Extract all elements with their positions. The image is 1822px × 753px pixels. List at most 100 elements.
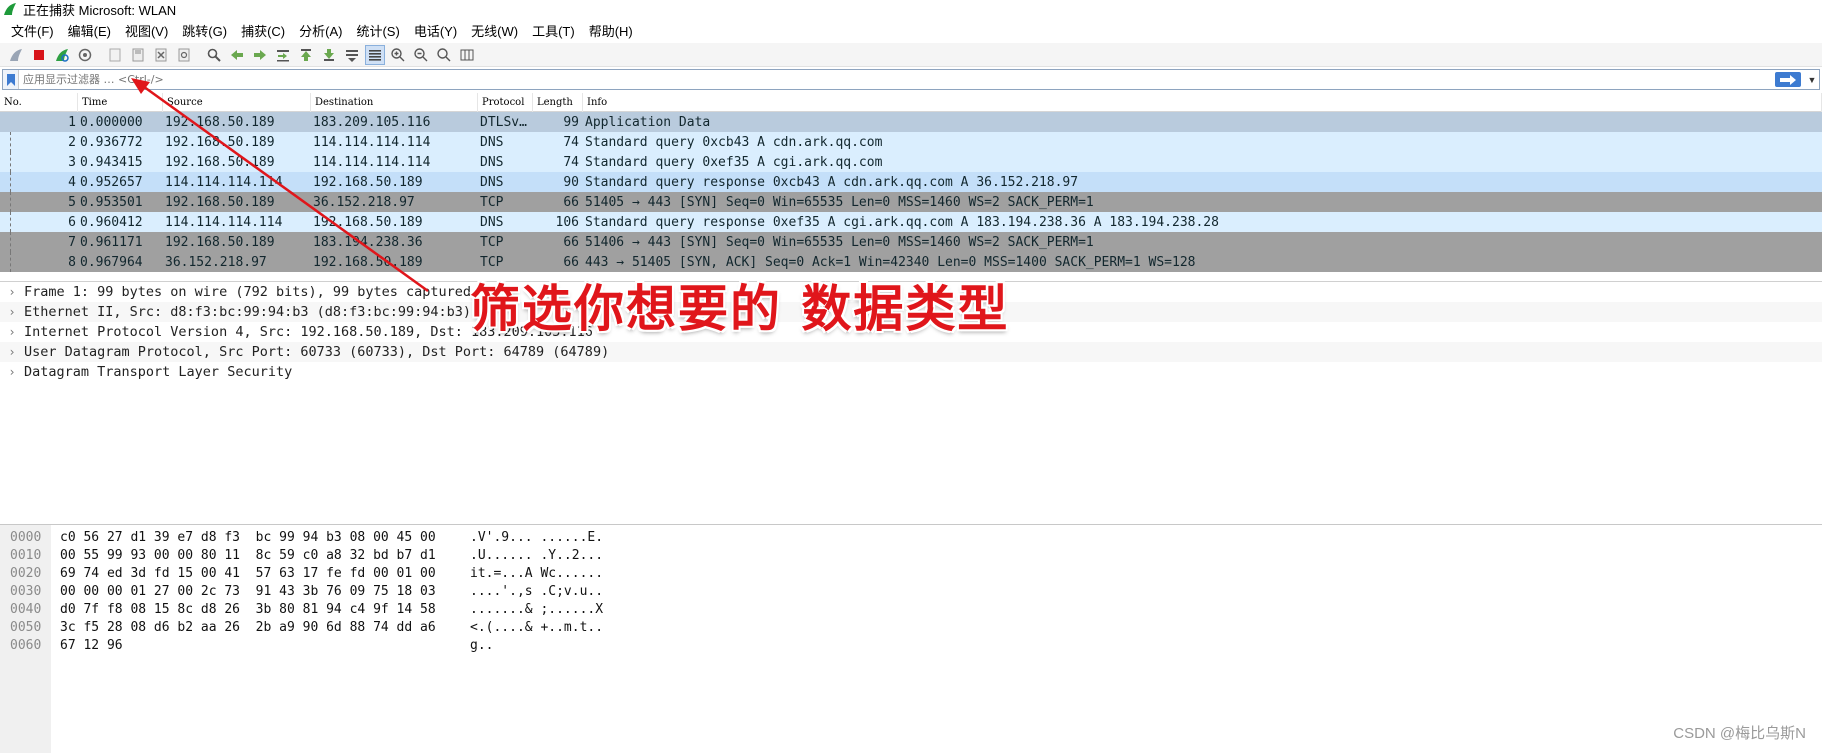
menu-item[interactable]: 无线(W) xyxy=(464,21,525,40)
menu-item[interactable]: 工具(T) xyxy=(525,21,582,40)
packet-cell-dst: 114.114.114.114 xyxy=(313,134,431,150)
hex-bytes[interactable]: 00 00 00 01 27 00 2c 73 91 43 3b 76 09 7… xyxy=(60,584,436,599)
detail-tree-item[interactable]: › User Datagram Protocol, Src Port: 60733… xyxy=(0,342,1822,362)
detail-tree-item[interactable]: › Datagram Transport Layer Security xyxy=(0,362,1822,382)
packet-cell-src: 192.168.50.189 xyxy=(165,194,275,210)
packet-cell-proto: TCP xyxy=(480,194,504,210)
menu-item[interactable]: 文件(F) xyxy=(4,21,61,40)
packet-row[interactable]: 7 0.961171 192.168.50.189 183.194.238.36 TCP… xyxy=(0,232,1822,252)
column-header-destination[interactable]: Destination xyxy=(311,92,478,112)
menu-item[interactable]: 视图(V) xyxy=(118,21,175,40)
hex-row: 0040 d0 7f f8 08 15 8c d8 26 3b 80 81 94 … xyxy=(0,602,1822,620)
hex-row: 0020 69 74 ed 3d fd 15 00 41 57 63 17 fe … xyxy=(0,566,1822,584)
open-file-icon[interactable] xyxy=(105,45,125,65)
related-packet-indicator xyxy=(10,172,11,192)
packet-cell-time: 0.000000 xyxy=(80,114,143,130)
colorize-icon[interactable] xyxy=(365,44,385,65)
packet-row[interactable]: 4 0.952657 114.114.114.114 192.168.50.189 DN… xyxy=(0,172,1822,192)
hex-bytes[interactable]: c0 56 27 d1 39 e7 d8 f3 bc 99 94 b3 08 0… xyxy=(60,530,436,545)
chevron-right-icon[interactable]: › xyxy=(0,305,24,319)
hex-ascii[interactable]: .......& ;......X xyxy=(470,602,603,617)
related-packet-indicator xyxy=(10,132,11,152)
find-packet-icon[interactable] xyxy=(204,45,224,65)
packet-cell-dst: 36.152.218.97 xyxy=(313,194,415,210)
hex-row: 0030 00 00 00 01 27 00 2c 73 91 43 3b 76 … xyxy=(0,584,1822,602)
hex-bytes[interactable]: d0 7f f8 08 15 8c d8 26 3b 80 81 94 c4 9… xyxy=(60,602,436,617)
close-file-icon[interactable] xyxy=(151,45,171,65)
chevron-right-icon[interactable]: › xyxy=(0,345,24,359)
column-header-info[interactable]: Info xyxy=(583,92,1822,112)
packet-cell-len: 106 xyxy=(555,214,579,230)
column-header-no[interactable]: No. xyxy=(0,92,78,112)
hex-ascii[interactable]: ....'.,s .C;v.u.. xyxy=(470,584,603,599)
hex-bytes[interactable]: 00 55 99 93 00 00 80 11 8c 59 c0 a8 32 b… xyxy=(60,548,436,563)
go-first-icon[interactable] xyxy=(296,45,316,65)
chevron-right-icon[interactable]: › xyxy=(0,325,24,339)
menu-bar: 文件(F) 编辑(E) 视图(V) 跳转(G) 捕获(C) 分析(A) 统计(S) 电话(Y)… xyxy=(0,19,1822,41)
packet-cell-info: 443 → 51405 [SYN, ACK] Seq=0 Ack=1 Win=4… xyxy=(585,254,1196,270)
packet-row[interactable]: 2 0.936772 192.168.50.189 114.114.114.114 DN… xyxy=(0,132,1822,152)
packet-list-header: No. Time Source Destination Protocol Len… xyxy=(0,92,1822,112)
menu-item[interactable]: 编辑(E) xyxy=(61,21,118,40)
capture-options-icon[interactable] xyxy=(75,45,95,65)
menu-item[interactable]: 跳转(G) xyxy=(175,21,234,40)
packet-cell-time: 0.967964 xyxy=(80,254,143,270)
hex-row: 0010 00 55 99 93 00 00 80 11 8c 59 c0 a8 … xyxy=(0,548,1822,566)
packet-cell-info: Standard query 0xef35 A cgi.ark.qq.com xyxy=(585,154,883,170)
packet-cell-time: 0.943415 xyxy=(80,154,143,170)
hex-ascii[interactable]: .U...... .Y..2... xyxy=(470,548,603,563)
go-back-icon[interactable] xyxy=(227,45,247,65)
packet-cell-len: 66 xyxy=(563,254,579,270)
hex-bytes[interactable]: 67 12 96 xyxy=(60,638,123,653)
packet-row[interactable]: 5 0.953501 192.168.50.189 36.152.218.97 TCP 6… xyxy=(0,192,1822,212)
filter-history-dropdown[interactable]: ▼ xyxy=(1805,70,1819,89)
packet-cell-time: 0.961171 xyxy=(80,234,143,250)
window-title: 正在捕获 Microsoft: WLAN xyxy=(23,2,177,18)
go-last-icon[interactable] xyxy=(319,45,339,65)
menu-item[interactable]: 捕获(C) xyxy=(234,21,292,40)
column-header-length[interactable]: Length xyxy=(533,92,583,112)
hex-ascii[interactable]: .V'.9... ......E. xyxy=(470,530,603,545)
column-header-time[interactable]: Time xyxy=(78,92,163,112)
packet-row[interactable]: 3 0.943415 192.168.50.189 114.114.114.114 DN… xyxy=(0,152,1822,172)
reload-file-icon[interactable] xyxy=(174,45,194,65)
packet-cell-info: Standard query response 0xcb43 A cdn.ark… xyxy=(585,174,1079,190)
packet-row[interactable]: 1 0.000000 192.168.50.189 183.209.105.116 DT… xyxy=(0,112,1822,132)
hex-ascii[interactable]: it.=...A Wc...... xyxy=(470,566,603,581)
shark-fin-start-icon[interactable] xyxy=(6,45,26,65)
packet-cell-len: 74 xyxy=(563,154,579,170)
chevron-right-icon[interactable]: › xyxy=(0,365,24,379)
related-packet-indicator xyxy=(10,192,11,212)
menu-item[interactable]: 分析(A) xyxy=(292,21,349,40)
packet-cell-info: Standard query response 0xef35 A cgi.ark… xyxy=(585,214,1219,230)
column-header-protocol[interactable]: Protocol xyxy=(478,92,533,112)
packet-cell-no: 3 xyxy=(68,154,76,170)
restart-capture-icon[interactable] xyxy=(52,45,72,65)
zoom-normal-icon[interactable] xyxy=(434,45,454,65)
stop-capture-icon[interactable] xyxy=(29,45,49,65)
zoom-in-icon[interactable] xyxy=(388,45,408,65)
go-forward-icon[interactable] xyxy=(250,45,270,65)
hex-bytes[interactable]: 69 74 ed 3d fd 15 00 41 57 63 17 fe fd 0… xyxy=(60,566,436,581)
filter-bookmark-icon[interactable] xyxy=(3,70,19,89)
display-filter-input[interactable] xyxy=(19,70,1775,89)
hex-bytes[interactable]: 3c f5 28 08 d6 b2 aa 26 2b a9 90 6d 88 7… xyxy=(60,620,436,635)
go-to-packet-icon[interactable] xyxy=(273,45,293,65)
save-file-icon[interactable] xyxy=(128,45,148,65)
column-header-source[interactable]: Source xyxy=(163,92,311,112)
packet-row[interactable]: 6 0.960412 114.114.114.114 192.168.50.189 DN… xyxy=(0,212,1822,232)
hex-ascii[interactable]: g.. xyxy=(470,638,493,653)
hex-ascii[interactable]: <.(....& +..m.t.. xyxy=(470,620,603,635)
autoscroll-icon[interactable] xyxy=(342,45,362,65)
packet-cell-dst: 114.114.114.114 xyxy=(313,154,431,170)
packet-cell-no: 4 xyxy=(68,174,76,190)
hex-offset: 0030 xyxy=(10,584,42,599)
apply-filter-button[interactable] xyxy=(1775,72,1801,87)
menu-item[interactable]: 电话(Y) xyxy=(407,21,464,40)
chevron-right-icon[interactable]: › xyxy=(0,285,24,299)
menu-item[interactable]: 帮助(H) xyxy=(582,21,640,40)
packet-bytes-pane: 0000 c0 56 27 d1 39 e7 d8 f3 bc 99 94 b3 … xyxy=(0,524,1822,753)
resize-columns-icon[interactable] xyxy=(457,45,477,65)
menu-item[interactable]: 统计(S) xyxy=(349,21,406,40)
zoom-out-icon[interactable] xyxy=(411,45,431,65)
